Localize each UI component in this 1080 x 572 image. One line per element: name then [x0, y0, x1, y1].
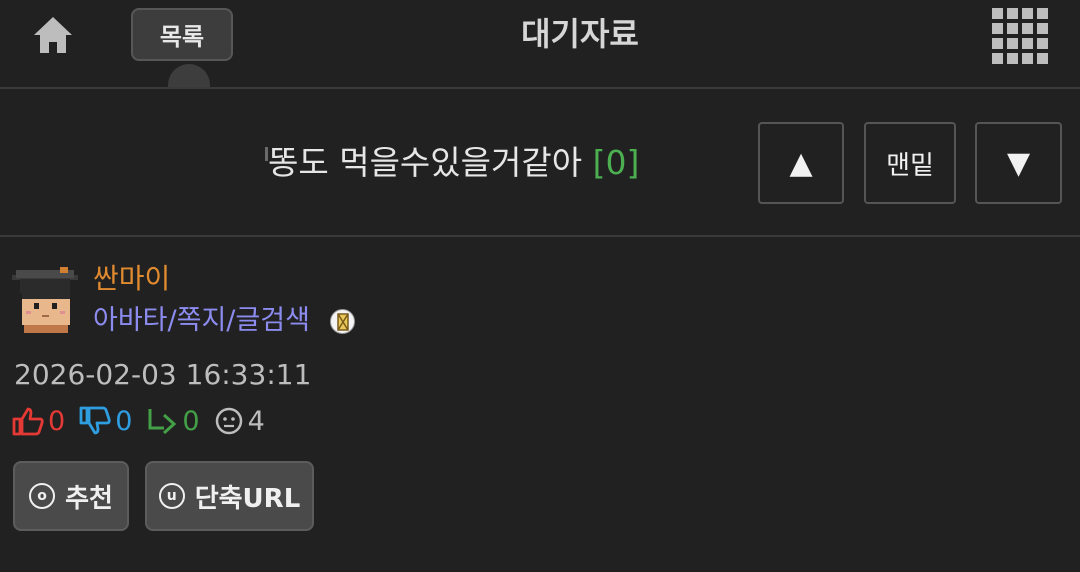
author-block: 싼마이 아바타/쪽지/글검색 2026-02-03 16:33:11 0 0 0…	[0, 237, 1080, 572]
downvote-count: 0	[115, 405, 133, 437]
grid-menu-icon	[992, 8, 1003, 19]
post-timestamp: 2026-02-03 16:33:11	[14, 358, 312, 391]
short-url-label: 단축URL	[194, 483, 301, 514]
thumbs-up-icon	[12, 407, 44, 436]
avatar[interactable]	[12, 267, 78, 333]
post-title-row: 똥도 먹을수있을거같아 [0] ▲ 맨밑 ▼	[0, 89, 1080, 237]
list-button-tab	[168, 64, 210, 88]
reply-stat: 0	[146, 405, 200, 437]
scroll-up-button[interactable]: ▲	[758, 122, 844, 204]
scroll-down-button[interactable]: ▼	[975, 122, 1062, 204]
upvote-count: 0	[48, 405, 66, 437]
recommend-button[interactable]: o 추천	[13, 461, 129, 531]
recommend-label: 추천	[65, 483, 113, 514]
smiley-icon	[215, 407, 242, 435]
home-button[interactable]	[30, 12, 76, 58]
top-bar: 목록 대기자료	[0, 0, 1080, 89]
post-stats: 0 0 0 4	[12, 403, 279, 439]
author-links[interactable]: 아바타/쪽지/글검색	[93, 303, 310, 339]
recommend-icon: o	[29, 483, 56, 509]
thumbs-down-icon	[79, 406, 111, 435]
list-button[interactable]: 목록	[131, 8, 233, 61]
author-nickname[interactable]: 싼마이	[93, 261, 170, 297]
reply-count: 0	[182, 405, 200, 437]
badge-icon	[330, 309, 355, 334]
home-icon	[34, 17, 72, 53]
page-title: 대기자료	[521, 15, 639, 53]
post-title-text: 똥도 먹을수있을거같아	[268, 143, 583, 182]
short-url-button[interactable]: u 단축URL	[145, 461, 314, 531]
grid-menu-button[interactable]	[992, 8, 1048, 64]
short-url-icon: u	[158, 483, 185, 509]
scroll-bottom-button[interactable]: 맨밑	[864, 122, 956, 204]
upvote-stat: 0	[12, 406, 65, 437]
downvote-stat: 0	[79, 406, 132, 437]
comment-count[interactable]: [0]	[593, 143, 640, 182]
reply-arrow-icon	[148, 409, 177, 435]
view-stat: 4	[214, 406, 265, 437]
view-count: 4	[247, 405, 265, 437]
post-title: 똥도 먹을수있을거같아 [0]	[268, 141, 639, 185]
